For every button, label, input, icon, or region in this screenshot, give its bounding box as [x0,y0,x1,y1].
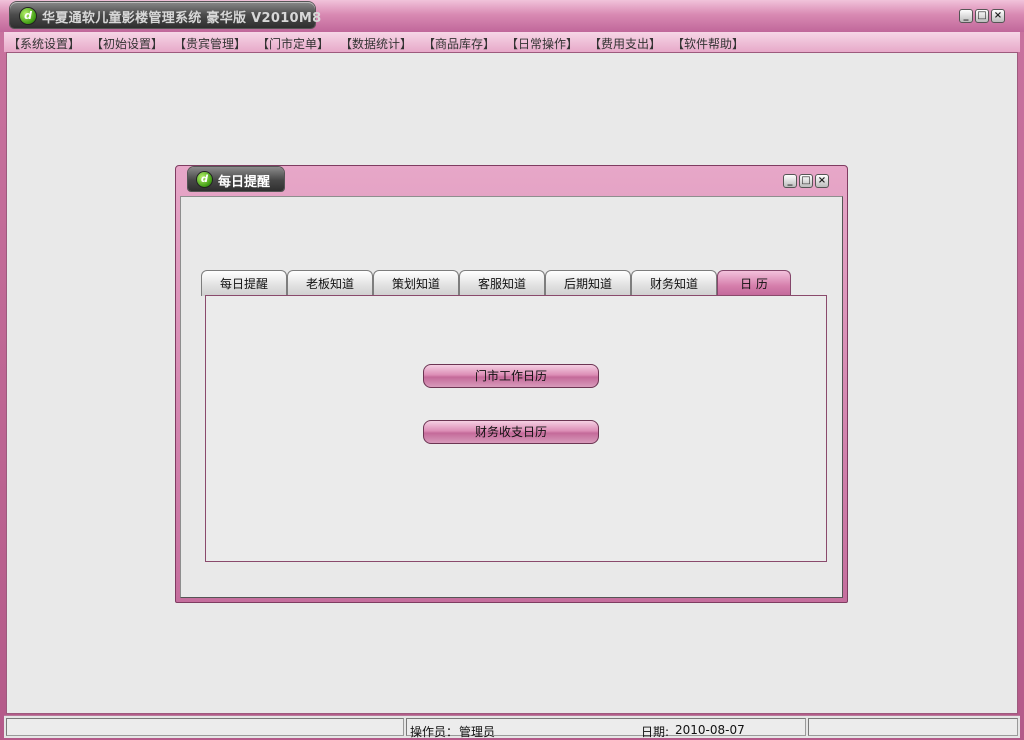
tab-finance-notes[interactable]: 财务知道 [631,270,717,296]
status-cell-empty-left [6,718,404,736]
date-value: 2010-08-07 [675,723,745,737]
menu-daily-operations[interactable]: 【日常操作】 [506,35,578,52]
minimize-icon[interactable]: _ [959,9,973,23]
status-cell-empty-right [808,718,1018,736]
menu-bar: 【系统设置】 【初始设置】 【贵宾管理】 【门市定单】 【数据统计】 【商品库存… [4,32,1020,52]
menu-expenses[interactable]: 【费用支出】 [589,35,661,52]
calendar-tab-panel: 门市工作日历 财务收支日历 [205,295,827,562]
dialog-body: 每日提醒 老板知道 策划知道 客服知道 后期知道 财务知道 日 历 门市工作日历… [180,196,843,598]
tab-boss-notes[interactable]: 老板知道 [287,270,373,296]
minimize-icon[interactable]: _ [783,174,797,188]
menu-help[interactable]: 【软件帮助】 [672,35,744,52]
menu-vip-management[interactable]: 【贵宾管理】 [174,35,246,52]
operator-label: 操作员： [410,725,459,739]
app-title: 华夏通软儿童影楼管理系统 豪华版 V2010M8 [42,11,322,26]
menu-store-orders[interactable]: 【门市定单】 [257,35,329,52]
status-bar: 操作员： 管理员 日期: 2010-08-07 [4,715,1020,739]
menu-inventory[interactable]: 【商品库存】 [423,35,495,52]
dialog-window-controls: _ □ × [783,174,829,188]
app-logo-icon: d [20,8,36,24]
maximize-icon[interactable]: □ [975,9,989,23]
title-bar[interactable]: d 华夏通软儿童影楼管理系统 豪华版 V2010M8 _ □ × [0,0,1024,32]
title-tab: d 华夏通软儿童影楼管理系统 豪华版 V2010M8 [10,2,321,28]
operator-value: 管理员 [459,725,496,739]
menu-statistics[interactable]: 【数据统计】 [340,35,412,52]
status-cell-info: 操作员： 管理员 日期: 2010-08-07 [406,718,806,739]
date-label: 日期: [641,725,670,739]
tab-postproduction-notes[interactable]: 后期知道 [545,270,631,296]
daily-reminder-dialog: d 每日提醒 _ □ × 每日提醒 老板知道 策划知道 客服知道 后期知道 财务… [175,165,848,603]
window-controls: _ □ × [959,9,1005,23]
finance-calendar-button[interactable]: 财务收支日历 [423,420,599,444]
close-icon[interactable]: × [815,174,829,188]
menu-initial-settings[interactable]: 【初始设置】 [91,35,163,52]
dialog-logo-icon: d [197,172,212,187]
menu-system-settings[interactable]: 【系统设置】 [8,35,80,52]
tab-service-notes[interactable]: 客服知道 [459,270,545,296]
close-icon[interactable]: × [991,9,1005,23]
tab-calendar[interactable]: 日 历 [717,270,791,296]
dialog-title-tab[interactable]: d 每日提醒 [188,167,284,191]
store-work-calendar-button[interactable]: 门市工作日历 [423,364,599,388]
dialog-title: 每日提醒 [218,175,271,190]
tab-planning-notes[interactable]: 策划知道 [373,270,459,296]
maximize-icon[interactable]: □ [799,174,813,188]
tab-daily-reminder[interactable]: 每日提醒 [201,270,287,296]
